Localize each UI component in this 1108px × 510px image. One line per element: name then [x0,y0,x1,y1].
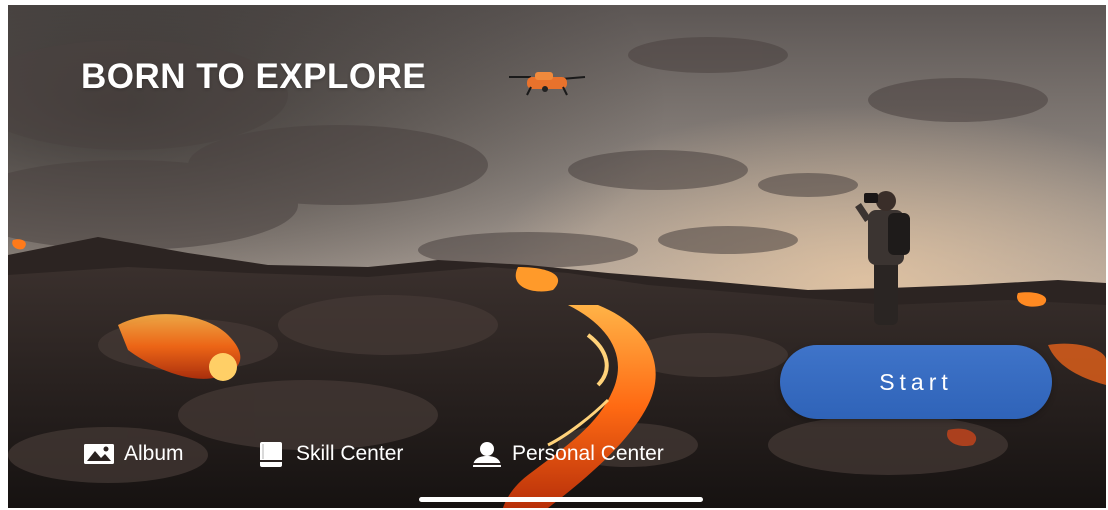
nav-item-label: Personal Center [512,442,664,465]
nav-item-album[interactable]: Album [82,437,184,471]
home-indicator[interactable] [419,497,703,502]
nav-item-label: Skill Center [296,442,404,465]
nav-item-personal-center[interactable]: Personal Center [470,437,664,471]
book-icon [254,440,288,468]
image-icon [82,440,116,468]
start-button[interactable]: Start [780,345,1052,419]
hero-title: BORN TO EXPLORE [81,57,427,96]
person-icon [470,440,504,468]
nav-item-label: Album [124,442,184,465]
drone-icon [505,63,587,104]
app-screen: BORN TO EXPLORE Start Album Skill Center… [8,5,1106,508]
nav-item-skill-center[interactable]: Skill Center [254,437,403,471]
